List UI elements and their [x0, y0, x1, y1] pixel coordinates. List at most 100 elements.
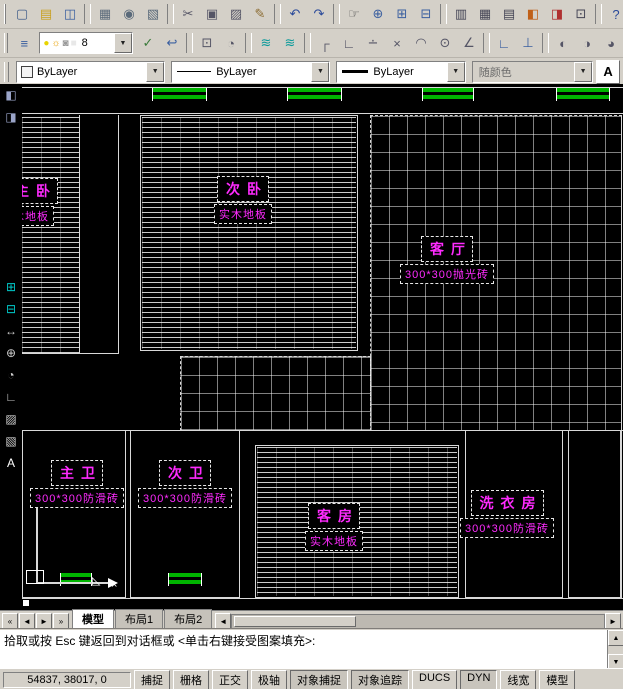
tab-scroll-first-button[interactable]: « [2, 613, 18, 629]
ucs-world-icon[interactable]: ⊥ [516, 31, 540, 55]
snap-from-icon[interactable]: ┌ [313, 31, 337, 55]
status-toggle-osnap[interactable]: 对象捕捉 [290, 670, 348, 689]
make-object-layer-current-icon[interactable]: ✓ [136, 31, 160, 55]
toolbar-grip[interactable] [4, 62, 9, 82]
horizontal-scrollbar[interactable]: ◄ ► [215, 614, 621, 628]
properties-icon[interactable]: ▥ [449, 2, 473, 26]
new-file-icon[interactable]: ▢ [10, 2, 34, 26]
zoom-realtime-icon[interactable]: ⊕ [366, 2, 390, 26]
scroll-right-icon[interactable]: ► [605, 613, 621, 629]
orbit-icon[interactable]: ◔ [0, 364, 22, 386]
status-toggle-otrack[interactable]: 对象追踪 [351, 670, 409, 689]
shade-flat-icon[interactable]: ◐ [551, 31, 575, 55]
status-toggle-ortho[interactable]: 正交 [212, 670, 248, 689]
snap-center-icon[interactable]: ⊙ [433, 31, 457, 55]
snap-intersection-icon[interactable]: × [385, 31, 409, 55]
copy-icon[interactable]: ▣ [200, 2, 224, 26]
scrollbar-track[interactable] [231, 614, 605, 629]
wall-top-inner [22, 113, 623, 114]
modify-erase-icon[interactable]: ◧ [0, 84, 22, 106]
quickcalc-icon[interactable]: ⊡ [569, 2, 593, 26]
zoom-previous-icon[interactable]: ⊟ [414, 2, 438, 26]
layer-control-combo[interactable]: ●☼◙■ 8 ▼ [39, 32, 133, 54]
view-layers-icon[interactable]: ⊞ [0, 276, 22, 298]
layer-walk-icon[interactable]: ≋ [278, 31, 302, 55]
zoom-icon[interactable]: ⊕ [0, 342, 22, 364]
layer-properties-icon[interactable]: ≡ [12, 31, 36, 55]
status-toggle-grid[interactable]: 栅格 [173, 670, 209, 689]
redo-icon[interactable]: ↷ [307, 2, 331, 26]
markup-manager-icon[interactable]: ◨ [545, 2, 569, 26]
tab-layout2[interactable]: 布局2 [164, 609, 212, 629]
tab-model[interactable]: 模型 [72, 609, 114, 629]
layer-color-swatch[interactable]: ■ [71, 38, 77, 49]
cut-icon[interactable]: ✂ [176, 2, 200, 26]
help-icon[interactable]: ? [604, 2, 623, 26]
undo-icon[interactable]: ↶ [283, 2, 307, 26]
scrollbar-thumb[interactable] [234, 616, 356, 627]
pan-icon[interactable]: ☞ [342, 2, 366, 26]
room-label-laundry: 洗衣房 300*300防滑砖 [460, 490, 554, 538]
named-views-icon[interactable]: ⊡ [195, 31, 219, 55]
scroll-left-icon[interactable]: ◄ [215, 613, 231, 629]
publish-icon[interactable]: ▧ [141, 2, 165, 26]
shade-hidden-icon[interactable]: ◕ [599, 31, 623, 55]
color-control-combo[interactable]: ByLayer ▼ [16, 61, 165, 83]
status-toggle-lwt[interactable]: 线宽 [500, 670, 536, 689]
bulb-on-icon[interactable]: ● [43, 38, 49, 49]
text-tool-icon[interactable]: A [0, 452, 22, 474]
gradient-icon[interactable]: ▧ [0, 430, 22, 452]
status-toggle-model[interactable]: 模型 [539, 670, 575, 689]
layer-previous-icon[interactable]: ↩ [160, 31, 184, 55]
toolbar-grip[interactable] [4, 4, 6, 24]
save-icon[interactable]: ◫ [58, 2, 82, 26]
open-file-icon[interactable]: ▤ [34, 2, 58, 26]
command-prompt[interactable]: 拾取或按 Esc 键返回到对话框或 <单击右键接受图案填充>: [0, 630, 607, 670]
tab-scroll-prev-button[interactable]: ◄ [19, 613, 35, 629]
sun-thaw-icon[interactable]: ☼ [51, 38, 60, 49]
designcenter-icon[interactable]: ▦ [473, 2, 497, 26]
text-style-button[interactable]: A [596, 60, 620, 84]
command-window[interactable]: 拾取或按 Esc 键返回到对话框或 <单击右键接受图案填充>: ▲ ▼ [0, 628, 623, 670]
paste-icon[interactable]: ▨ [224, 2, 248, 26]
dropdown-arrow-icon[interactable]: ▼ [146, 62, 164, 82]
layer-state-icons: ●☼◙■ [40, 38, 79, 49]
3d-orbit-icon[interactable]: ◔ [219, 31, 243, 55]
match-properties-icon[interactable]: ✎ [248, 2, 272, 26]
snap-endpoint-icon[interactable]: ∟ [337, 31, 361, 55]
status-toggle-ducs[interactable]: DUCS [412, 670, 457, 689]
lineweight-control-combo[interactable]: ByLayer ▼ [336, 61, 465, 83]
snap-arc-icon[interactable]: ◠ [409, 31, 433, 55]
ucs-icon[interactable]: ∟ [492, 31, 516, 55]
model-space-canvas[interactable]: 主卧 实木地板 次卧 实木地板 客厅 300*300抛光砖 主卫 300*300… [22, 84, 623, 610]
tool-palettes-icon[interactable]: ▤ [497, 2, 521, 26]
zoom-window-icon[interactable]: ⊞ [390, 2, 414, 26]
linetype-control-combo[interactable]: ByLayer ▼ [171, 61, 330, 83]
layer-states-icon[interactable]: ≋ [254, 31, 278, 55]
sheetset-manager-icon[interactable]: ◧ [521, 2, 545, 26]
plot-preview-icon[interactable]: ◉ [117, 2, 141, 26]
shade-gouraud-icon[interactable]: ◑ [575, 31, 599, 55]
snap-midpoint-icon[interactable]: ∸ [361, 31, 385, 55]
hatch-icon[interactable]: ▨ [0, 408, 22, 430]
pan-hand-icon[interactable]: ↔ [0, 320, 22, 342]
lock-open-icon[interactable]: ◙ [63, 38, 69, 49]
status-toggle-polar[interactable]: 极轴 [251, 670, 287, 689]
command-scrollbar[interactable]: ▲ ▼ [607, 630, 623, 670]
plot-icon[interactable]: ▦ [93, 2, 117, 26]
tab-layout1[interactable]: 布局1 [115, 609, 163, 629]
scroll-up-icon[interactable]: ▲ [608, 630, 623, 646]
view-states-icon[interactable]: ⊟ [0, 298, 22, 320]
modify-copy-icon[interactable]: ◨ [0, 106, 22, 128]
tab-scroll-last-button[interactable]: » [53, 613, 69, 629]
properties-toolbar: ByLayer ▼ ByLayer ▼ ByLayer ▼ 随颜色 ▼ A [0, 58, 623, 86]
status-toggle-snap[interactable]: 捕捉 [134, 670, 170, 689]
distance-icon[interactable]: ∟ [0, 386, 22, 408]
dropdown-arrow-icon[interactable]: ▼ [447, 62, 465, 82]
dropdown-arrow-icon[interactable]: ▼ [311, 62, 329, 82]
snap-angle-icon[interactable]: ∠ [457, 31, 481, 55]
toolbar-grip[interactable] [4, 33, 8, 53]
status-toggle-dyn[interactable]: DYN [460, 670, 497, 689]
dropdown-arrow-icon[interactable]: ▼ [114, 33, 132, 53]
tab-scroll-next-button[interactable]: ► [36, 613, 52, 629]
